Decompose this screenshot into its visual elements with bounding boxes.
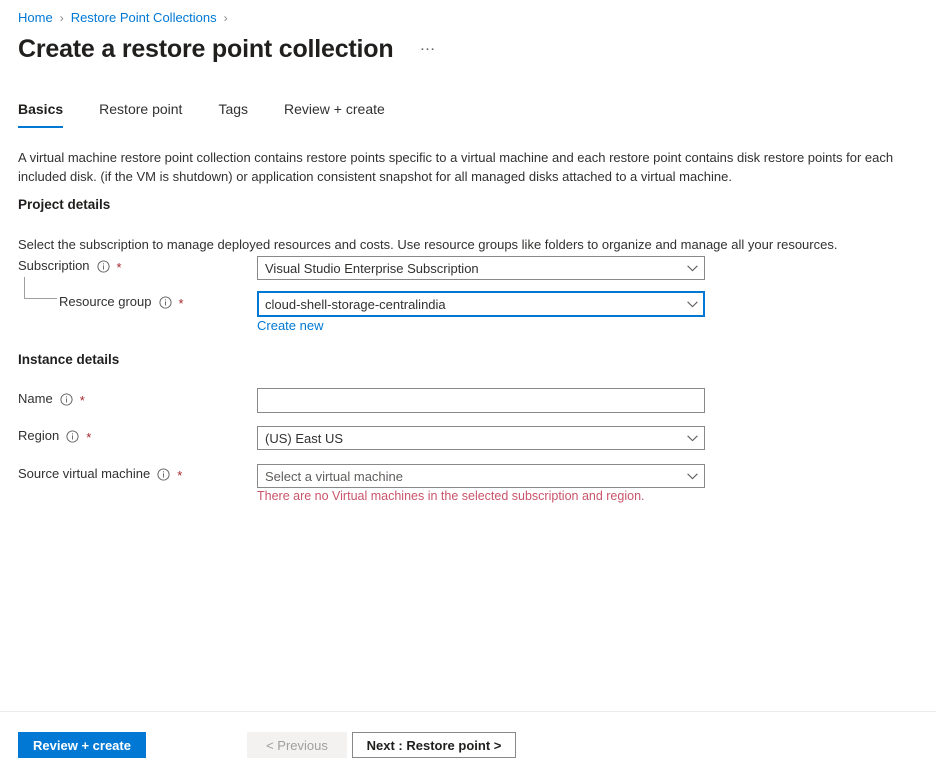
required-indicator: * (177, 469, 182, 482)
region-dropdown[interactable]: (US) East US (257, 426, 705, 450)
source-vm-label-group: Source virtual machine * (18, 464, 182, 484)
required-indicator: * (117, 261, 122, 274)
breadcrumb-separator-icon-2: › (224, 9, 228, 27)
page-header: Create a restore point collection … (18, 33, 441, 65)
breadcrumb: Home › Restore Point Collections › (18, 9, 235, 27)
info-icon[interactable] (97, 260, 110, 273)
tab-review-create[interactable]: Review + create (284, 99, 385, 128)
field-row-name: Name * (0, 389, 936, 411)
info-icon[interactable] (66, 430, 79, 443)
tab-basics[interactable]: Basics (18, 99, 63, 128)
section-subtext-project-details: Select the subscription to manage deploy… (18, 236, 837, 254)
name-input[interactable] (257, 388, 705, 413)
review-create-button[interactable]: Review + create (18, 732, 146, 758)
source-vm-label: Source virtual machine (18, 464, 150, 484)
resource-group-value: cloud-shell-storage-centralindia (265, 297, 681, 312)
required-indicator: * (179, 297, 184, 310)
tab-restore-point[interactable]: Restore point (99, 99, 182, 128)
info-icon[interactable] (159, 296, 172, 309)
previous-button: < Previous (247, 732, 347, 758)
chevron-down-icon (687, 435, 698, 442)
field-row-region: Region * (US) East US (0, 426, 936, 448)
breadcrumb-separator-icon: › (60, 9, 64, 27)
name-label: Name (18, 389, 53, 409)
field-row-subscription: Subscription * Visual Studio Enterprise … (0, 256, 936, 278)
info-icon[interactable] (157, 468, 170, 481)
region-label-group: Region * (18, 426, 91, 446)
subscription-dropdown[interactable]: Visual Studio Enterprise Subscription (257, 256, 705, 280)
subscription-value: Visual Studio Enterprise Subscription (265, 261, 681, 276)
source-vm-dropdown[interactable]: Select a virtual machine (257, 464, 705, 488)
chevron-down-icon (687, 473, 698, 480)
chevron-down-icon (687, 265, 698, 272)
region-label: Region (18, 426, 59, 446)
breadcrumb-item-home[interactable]: Home (18, 9, 53, 27)
form-description: A virtual machine restore point collecti… (18, 148, 934, 186)
resource-group-label: Resource group (59, 292, 152, 312)
create-new-resource-group-link[interactable]: Create new (257, 318, 323, 334)
footer-action-bar: Review + create < Previous Next : Restor… (0, 712, 936, 764)
chevron-down-icon (687, 301, 698, 308)
name-label-group: Name * (18, 389, 85, 409)
info-icon[interactable] (60, 393, 73, 406)
field-row-source-virtual-machine: Source virtual machine * Select a virtua… (0, 464, 936, 486)
tab-tags[interactable]: Tags (218, 99, 248, 128)
required-indicator: * (80, 394, 85, 407)
section-heading-instance-details: Instance details (18, 352, 119, 367)
breadcrumb-item-restore-point-collections[interactable]: Restore Point Collections (71, 9, 217, 27)
resource-group-dropdown[interactable]: cloud-shell-storage-centralindia (257, 291, 705, 317)
subscription-label-group: Subscription * (18, 256, 122, 276)
section-heading-project-details: Project details (18, 197, 110, 212)
next-button[interactable]: Next : Restore point > (352, 732, 516, 758)
source-vm-error-message: There are no Virtual machines in the sel… (257, 488, 645, 504)
subscription-label: Subscription (18, 256, 90, 276)
resource-group-label-group: Resource group * (59, 292, 184, 312)
source-vm-value: Select a virtual machine (265, 469, 681, 484)
page-title: Create a restore point collection (18, 33, 393, 65)
wizard-tabs: Basics Restore point Tags Review + creat… (18, 99, 421, 128)
more-actions-icon[interactable]: … (415, 37, 441, 55)
required-indicator: * (86, 431, 91, 444)
field-row-resource-group: Resource group * cloud-shell-storage-cen… (0, 292, 936, 314)
region-value: (US) East US (265, 431, 681, 446)
